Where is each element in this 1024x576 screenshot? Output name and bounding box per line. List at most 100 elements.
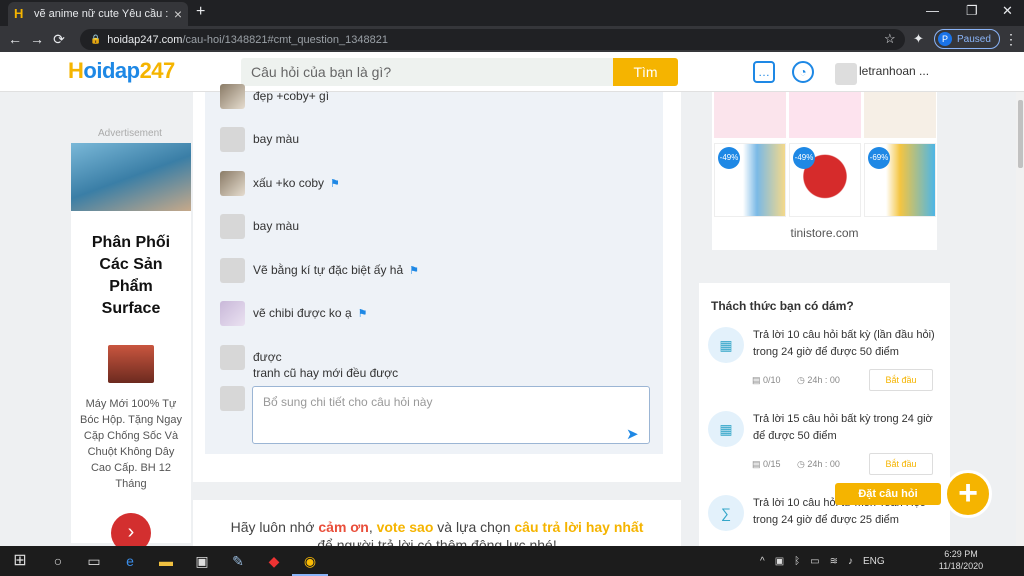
- commenter-avatar[interactable]: [220, 345, 245, 370]
- product-image[interactable]: [714, 92, 786, 138]
- challenge-text: Trả lời 10 câu hỏi bất kỳ (lần đầu hỏi) …: [753, 329, 935, 358]
- url-host: hoidap247.com: [107, 33, 183, 46]
- ask-question-label[interactable]: Đặt câu hỏi: [835, 483, 941, 505]
- comment-item: được tranh cũ hay mới đều được: [220, 345, 398, 381]
- wifi-icon[interactable]: ≋: [830, 556, 838, 567]
- commenter-avatar[interactable]: [220, 214, 245, 239]
- extensions-icon[interactable]: ✦: [913, 31, 924, 47]
- address-bar[interactable]: 🔒 hoidap247.com /cau-hoi/1348821#cmt_que…: [80, 29, 905, 50]
- ad-banner-image[interactable]: [71, 143, 191, 211]
- new-tab-icon[interactable]: +: [196, 3, 205, 21]
- comment-text: Vẽ bằng kí tự đặc biệt ấy hả: [253, 263, 404, 277]
- send-comment-icon[interactable]: ➤: [626, 425, 639, 443]
- discount-badge: -49%: [718, 147, 740, 169]
- profile-status: Paused: [957, 33, 991, 45]
- report-flag-icon[interactable]: ⚑: [330, 178, 340, 190]
- system-clock[interactable]: 6:29 PM 11/18/2020: [936, 548, 986, 572]
- discount-badge: -69%: [868, 147, 890, 169]
- tray-chevron-icon[interactable]: ^: [760, 556, 765, 567]
- task-view-icon[interactable]: ▭: [76, 546, 112, 576]
- comment-text: được: [253, 350, 282, 364]
- comment-text: bay màu: [253, 132, 300, 146]
- comment-text: bay màu: [253, 219, 300, 233]
- lock-icon: 🔒: [90, 34, 102, 44]
- profile-button[interactable]: P Paused: [934, 29, 1000, 49]
- grid-icon: ▦: [708, 327, 744, 363]
- back-icon[interactable]: ←: [4, 31, 26, 47]
- language-indicator[interactable]: ENG: [863, 556, 885, 567]
- search-icon[interactable]: ○: [40, 546, 76, 576]
- forward-icon[interactable]: →: [26, 31, 48, 47]
- ad-label: Advertisement: [98, 128, 162, 139]
- comment-text-line2: tranh cũ hay mới đều được: [253, 366, 399, 380]
- comment-item: vẽ chibi được ko ạ ⚑: [220, 301, 368, 326]
- report-flag-icon[interactable]: ⚑: [358, 308, 368, 320]
- paint-icon[interactable]: ✎: [220, 546, 256, 576]
- volume-icon[interactable]: ♪: [848, 556, 853, 567]
- url-path: /cau-hoi/1348821#cmt_question_1348821: [182, 33, 388, 46]
- messages-icon[interactable]: …: [753, 61, 775, 83]
- commenter-avatar[interactable]: [220, 301, 245, 326]
- site-logo[interactable]: Hoidap247: [68, 58, 175, 84]
- reload-icon[interactable]: ⟳: [48, 31, 70, 48]
- comment-item: bay màu: [220, 127, 299, 152]
- store-link[interactable]: tinistore.com: [712, 226, 937, 240]
- challenge-title: Thách thức bạn có dám?: [711, 299, 854, 313]
- comment-item: bay màu: [220, 214, 299, 239]
- file-explorer-icon[interactable]: ▬: [148, 546, 184, 576]
- system-tray: ^ ▣ ᛒ ▭ ≋ ♪ ENG: [760, 546, 885, 576]
- browser-tab[interactable]: H vẽ anime nữ cute Yêu cầu : tradi... ×: [8, 2, 188, 26]
- start-challenge-button[interactable]: Bắt đầu: [869, 453, 933, 475]
- scrollbar-thumb[interactable]: [1018, 100, 1023, 168]
- profile-avatar-icon: P: [938, 32, 952, 46]
- game-icon[interactable]: ◆: [256, 546, 292, 576]
- challenge-progress: ▤ 0/10: [752, 375, 781, 385]
- notification-bell-icon[interactable]: ◔: [792, 61, 814, 83]
- my-avatar: [220, 386, 245, 411]
- math-icon: ∑: [708, 495, 744, 531]
- commenter-avatar[interactable]: [220, 84, 245, 109]
- commenter-avatar[interactable]: [220, 127, 245, 152]
- challenge-time: ◷ 24h : 00: [797, 459, 840, 469]
- search-input[interactable]: Câu hỏi của bạn là gì?: [241, 58, 613, 86]
- tab-close-icon[interactable]: ×: [174, 6, 182, 22]
- tab-title: vẽ anime nữ cute Yêu cầu : tradi...: [34, 8, 168, 20]
- browser-menu-icon[interactable]: ⋮: [1004, 31, 1018, 48]
- comment-text: xấu +ko coby: [253, 176, 325, 190]
- user-avatar[interactable]: [835, 63, 857, 85]
- tray-app-icon[interactable]: ▣: [775, 556, 784, 567]
- chrome-icon[interactable]: ◉: [292, 546, 328, 576]
- ad-description: Máy Mới 100% Tự Bóc Hộp. Tặng Ngay Cặp C…: [80, 398, 182, 490]
- grid-icon: ▦: [708, 411, 744, 447]
- edge-icon[interactable]: e: [112, 546, 148, 576]
- battery-icon[interactable]: ▭: [810, 556, 819, 567]
- bookmark-star-icon[interactable]: ☆: [884, 31, 896, 47]
- ad-headline[interactable]: Phân Phối Các Sản Phẩm Surface: [80, 232, 182, 320]
- challenge-progress: ▤ 0/15: [752, 459, 781, 469]
- minimize-icon[interactable]: —: [926, 3, 939, 18]
- comment-text: đẹp +coby+ gì: [253, 89, 330, 103]
- product-image[interactable]: [864, 92, 936, 138]
- comment-item: xấu +ko coby ⚑: [220, 171, 340, 196]
- commenter-avatar[interactable]: [220, 171, 245, 196]
- comment-item: Vẽ bằng kí tự đặc biệt ấy hả ⚑: [220, 258, 419, 283]
- comment-item: đẹp +coby+ gì: [220, 84, 329, 109]
- report-flag-icon[interactable]: ⚑: [409, 265, 419, 277]
- product-image[interactable]: [789, 92, 861, 138]
- search-button[interactable]: Tìm: [613, 58, 678, 86]
- challenge-time: ◷ 24h : 00: [797, 375, 840, 385]
- site-favicon-icon: H: [14, 6, 24, 21]
- commenter-avatar[interactable]: [220, 258, 245, 283]
- comment-text: vẽ chibi được ko ạ: [253, 306, 352, 320]
- bluetooth-icon[interactable]: ᛒ: [794, 556, 800, 567]
- challenge-text: Trả lời 15 câu hỏi bất kỳ trong 24 giờ đ…: [753, 413, 933, 442]
- username-menu[interactable]: letranhoan ...: [859, 64, 929, 78]
- comment-input[interactable]: Bổ sung chi tiết cho câu hỏi này: [252, 386, 650, 444]
- window-close-icon[interactable]: ✕: [1002, 3, 1013, 19]
- start-icon[interactable]: ⊞: [0, 546, 40, 576]
- laptop-image[interactable]: [108, 345, 154, 383]
- ask-question-button[interactable]: +: [944, 470, 992, 518]
- store-icon[interactable]: ▣: [184, 546, 220, 576]
- start-challenge-button[interactable]: Bắt đầu: [869, 369, 933, 391]
- maximize-icon[interactable]: ❐: [966, 3, 978, 19]
